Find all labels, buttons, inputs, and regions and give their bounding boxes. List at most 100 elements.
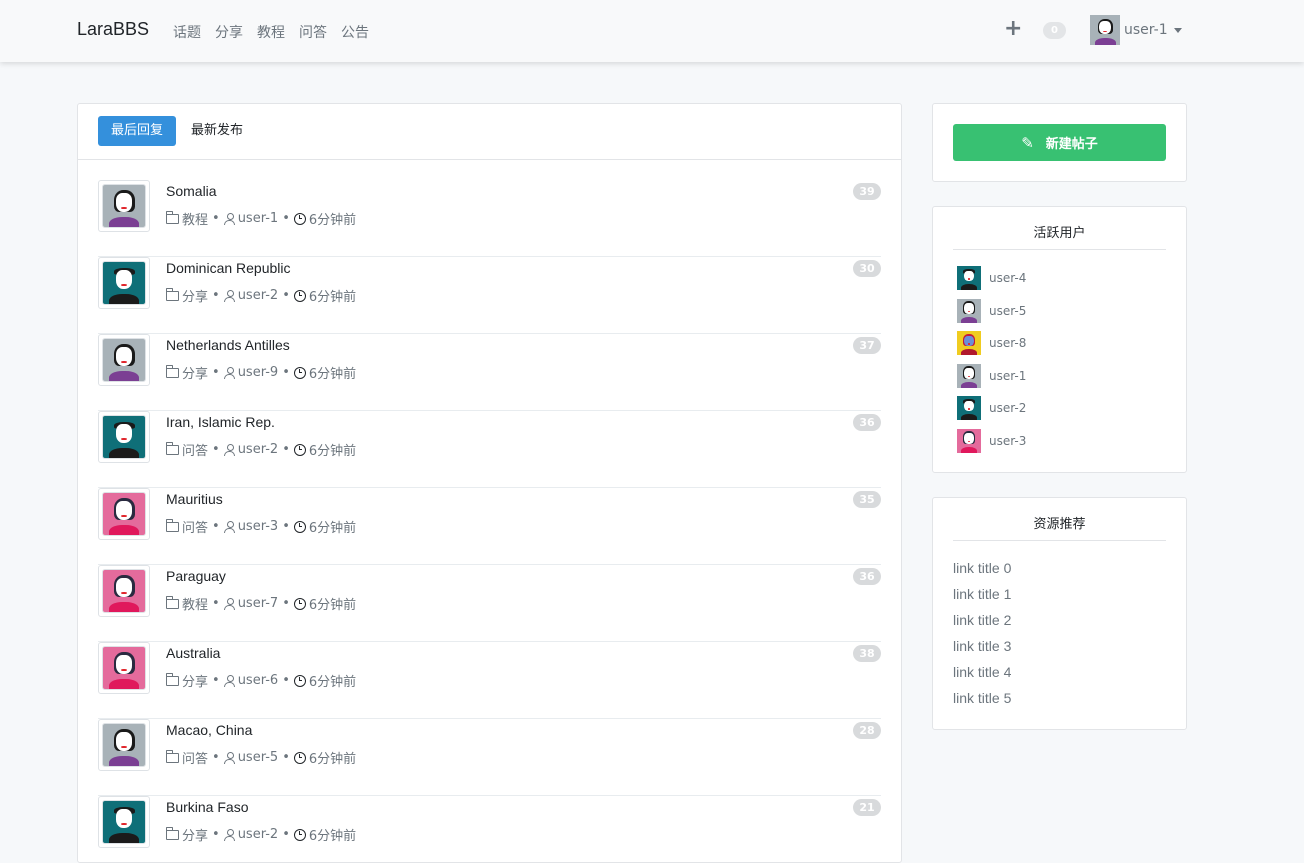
notification-badge[interactable]: 0 — [1043, 22, 1066, 39]
user-icon — [223, 520, 235, 533]
user-name: user-1 — [1124, 22, 1168, 38]
topic-category[interactable]: 分享 — [182, 363, 208, 382]
separator: • — [282, 365, 290, 380]
nav-link-share[interactable]: 分享 — [215, 22, 243, 42]
avatar — [957, 363, 981, 388]
topic-title[interactable]: Burkina Faso — [166, 799, 248, 815]
separator: • — [282, 442, 290, 457]
topic-author[interactable]: user-2 — [238, 288, 279, 303]
resource-link[interactable]: link title 4 — [953, 664, 1011, 680]
user-dropdown[interactable]: user-1 — [1090, 15, 1182, 45]
topic-author[interactable]: user-5 — [238, 750, 279, 765]
reply-count-badge[interactable]: 28 — [853, 722, 881, 739]
nav-link-topics[interactable]: 话题 — [173, 22, 201, 42]
topic-row[interactable]: Iran, Islamic Rep. 问答 • user-2 • 6分钟前 36 — [98, 411, 881, 488]
resource-link[interactable]: link title 1 — [953, 586, 1011, 602]
folder-icon — [165, 287, 179, 301]
topic-author[interactable]: user-7 — [238, 596, 279, 611]
active-users-card: 活跃用户 user-4 user-5 user-8 user-1 user-2 user-… — [932, 206, 1187, 473]
topic-category[interactable]: 问答 — [182, 440, 208, 459]
topic-meta: 分享 • user-6 • 6分钟前 — [165, 671, 356, 690]
separator: • — [282, 519, 290, 534]
active-user-item[interactable]: user-4 — [957, 266, 1026, 290]
avatar[interactable] — [98, 411, 150, 463]
nav-link-announcement[interactable]: 公告 — [341, 22, 369, 42]
nav-link-qa[interactable]: 问答 — [299, 22, 327, 42]
topic-category[interactable]: 问答 — [182, 517, 208, 536]
active-user-item[interactable]: user-1 — [957, 363, 1026, 388]
reply-count-badge[interactable]: 36 — [853, 414, 881, 431]
reply-count-badge[interactable]: 38 — [853, 645, 881, 662]
topic-author[interactable]: user-6 — [238, 673, 279, 688]
resource-link[interactable]: link title 5 — [953, 690, 1011, 706]
reply-count-badge[interactable]: 39 — [853, 183, 881, 200]
reply-count-badge[interactable]: 35 — [853, 491, 881, 508]
avatar[interactable] — [98, 488, 150, 540]
active-user-item[interactable]: user-5 — [957, 298, 1027, 323]
topic-title[interactable]: Dominican Republic — [166, 260, 291, 276]
folder-icon — [165, 826, 179, 840]
nav-links: 话题 分享 教程 问答 公告 — [173, 22, 369, 42]
topic-row[interactable]: Dominican Republic 分享 • user-2 • 6分钟前 30 — [98, 257, 881, 334]
topic-title[interactable]: Somalia — [166, 183, 217, 199]
active-user-name: user-5 — [989, 303, 1027, 318]
reply-count-badge[interactable]: 21 — [853, 799, 881, 816]
resource-link[interactable]: link title 3 — [953, 638, 1011, 654]
tab-last-reply[interactable]: 最后回复 — [98, 116, 176, 146]
topic-author[interactable]: user-2 — [238, 442, 279, 457]
avatar[interactable] — [98, 565, 150, 617]
avatar[interactable] — [98, 719, 150, 771]
separator: • — [212, 211, 220, 226]
new-post-button[interactable]: ✎ 新建帖子 — [953, 124, 1166, 161]
brand-logo[interactable]: LaraBBS — [77, 19, 149, 40]
topic-category[interactable]: 分享 — [182, 825, 208, 844]
resource-link[interactable]: link title 0 — [953, 560, 1011, 576]
active-user-item[interactable]: user-8 — [957, 331, 1026, 355]
topic-category[interactable]: 教程 — [182, 209, 208, 228]
clock-icon — [293, 212, 306, 225]
topic-meta: 问答 • user-3 • 6分钟前 — [165, 517, 356, 536]
active-user-item[interactable]: user-3 — [957, 428, 1026, 453]
clock-icon — [293, 751, 306, 764]
topic-row[interactable]: Macao, China 问答 • user-5 • 6分钟前 28 — [98, 719, 881, 796]
clock-icon — [293, 520, 306, 533]
active-user-item[interactable]: user-2 — [957, 396, 1026, 420]
plus-icon[interactable]: + — [1004, 17, 1022, 41]
avatar[interactable] — [98, 642, 150, 694]
topic-category[interactable]: 分享 — [182, 671, 208, 690]
avatar[interactable] — [98, 257, 150, 309]
avatar[interactable] — [98, 180, 150, 232]
avatar[interactable] — [98, 796, 150, 848]
user-icon — [223, 597, 235, 610]
topic-row[interactable]: Somalia 教程 • user-1 • 6分钟前 39 — [98, 180, 881, 257]
topic-author[interactable]: user-1 — [238, 211, 279, 226]
separator: • — [212, 519, 220, 534]
topic-category[interactable]: 教程 — [182, 594, 208, 613]
tab-newest[interactable]: 最新发布 — [191, 116, 243, 146]
topic-title[interactable]: Paraguay — [166, 568, 226, 584]
topic-row[interactable]: Netherlands Antilles 分享 • user-9 • 6分钟前 37 — [98, 334, 881, 411]
topic-title[interactable]: Macao, China — [166, 722, 252, 738]
topic-row[interactable]: Australia 分享 • user-6 • 6分钟前 38 — [98, 642, 881, 719]
topic-title[interactable]: Mauritius — [166, 491, 223, 507]
topic-row[interactable]: Paraguay 教程 • user-7 • 6分钟前 36 — [98, 565, 881, 642]
user-icon — [223, 212, 235, 225]
topic-title[interactable]: Australia — [166, 645, 220, 661]
topic-author[interactable]: user-9 — [238, 365, 279, 380]
topic-author[interactable]: user-3 — [238, 519, 279, 534]
topic-category[interactable]: 问答 — [182, 748, 208, 767]
topic-category[interactable]: 分享 — [182, 286, 208, 305]
resource-link[interactable]: link title 2 — [953, 612, 1011, 628]
reply-count-badge[interactable]: 30 — [853, 260, 881, 277]
folder-icon — [165, 518, 179, 532]
nav-link-tutorial[interactable]: 教程 — [257, 22, 285, 42]
reply-count-badge[interactable]: 36 — [853, 568, 881, 585]
folder-icon — [165, 595, 179, 609]
topic-title[interactable]: Iran, Islamic Rep. — [166, 414, 275, 430]
topic-row[interactable]: Burkina Faso 分享 • user-2 • 6分钟前 21 — [98, 796, 881, 862]
avatar[interactable] — [98, 334, 150, 386]
topic-row[interactable]: Mauritius 问答 • user-3 • 6分钟前 35 — [98, 488, 881, 565]
topic-author[interactable]: user-2 — [238, 827, 279, 842]
reply-count-badge[interactable]: 37 — [853, 337, 881, 354]
topic-title[interactable]: Netherlands Antilles — [166, 337, 290, 353]
